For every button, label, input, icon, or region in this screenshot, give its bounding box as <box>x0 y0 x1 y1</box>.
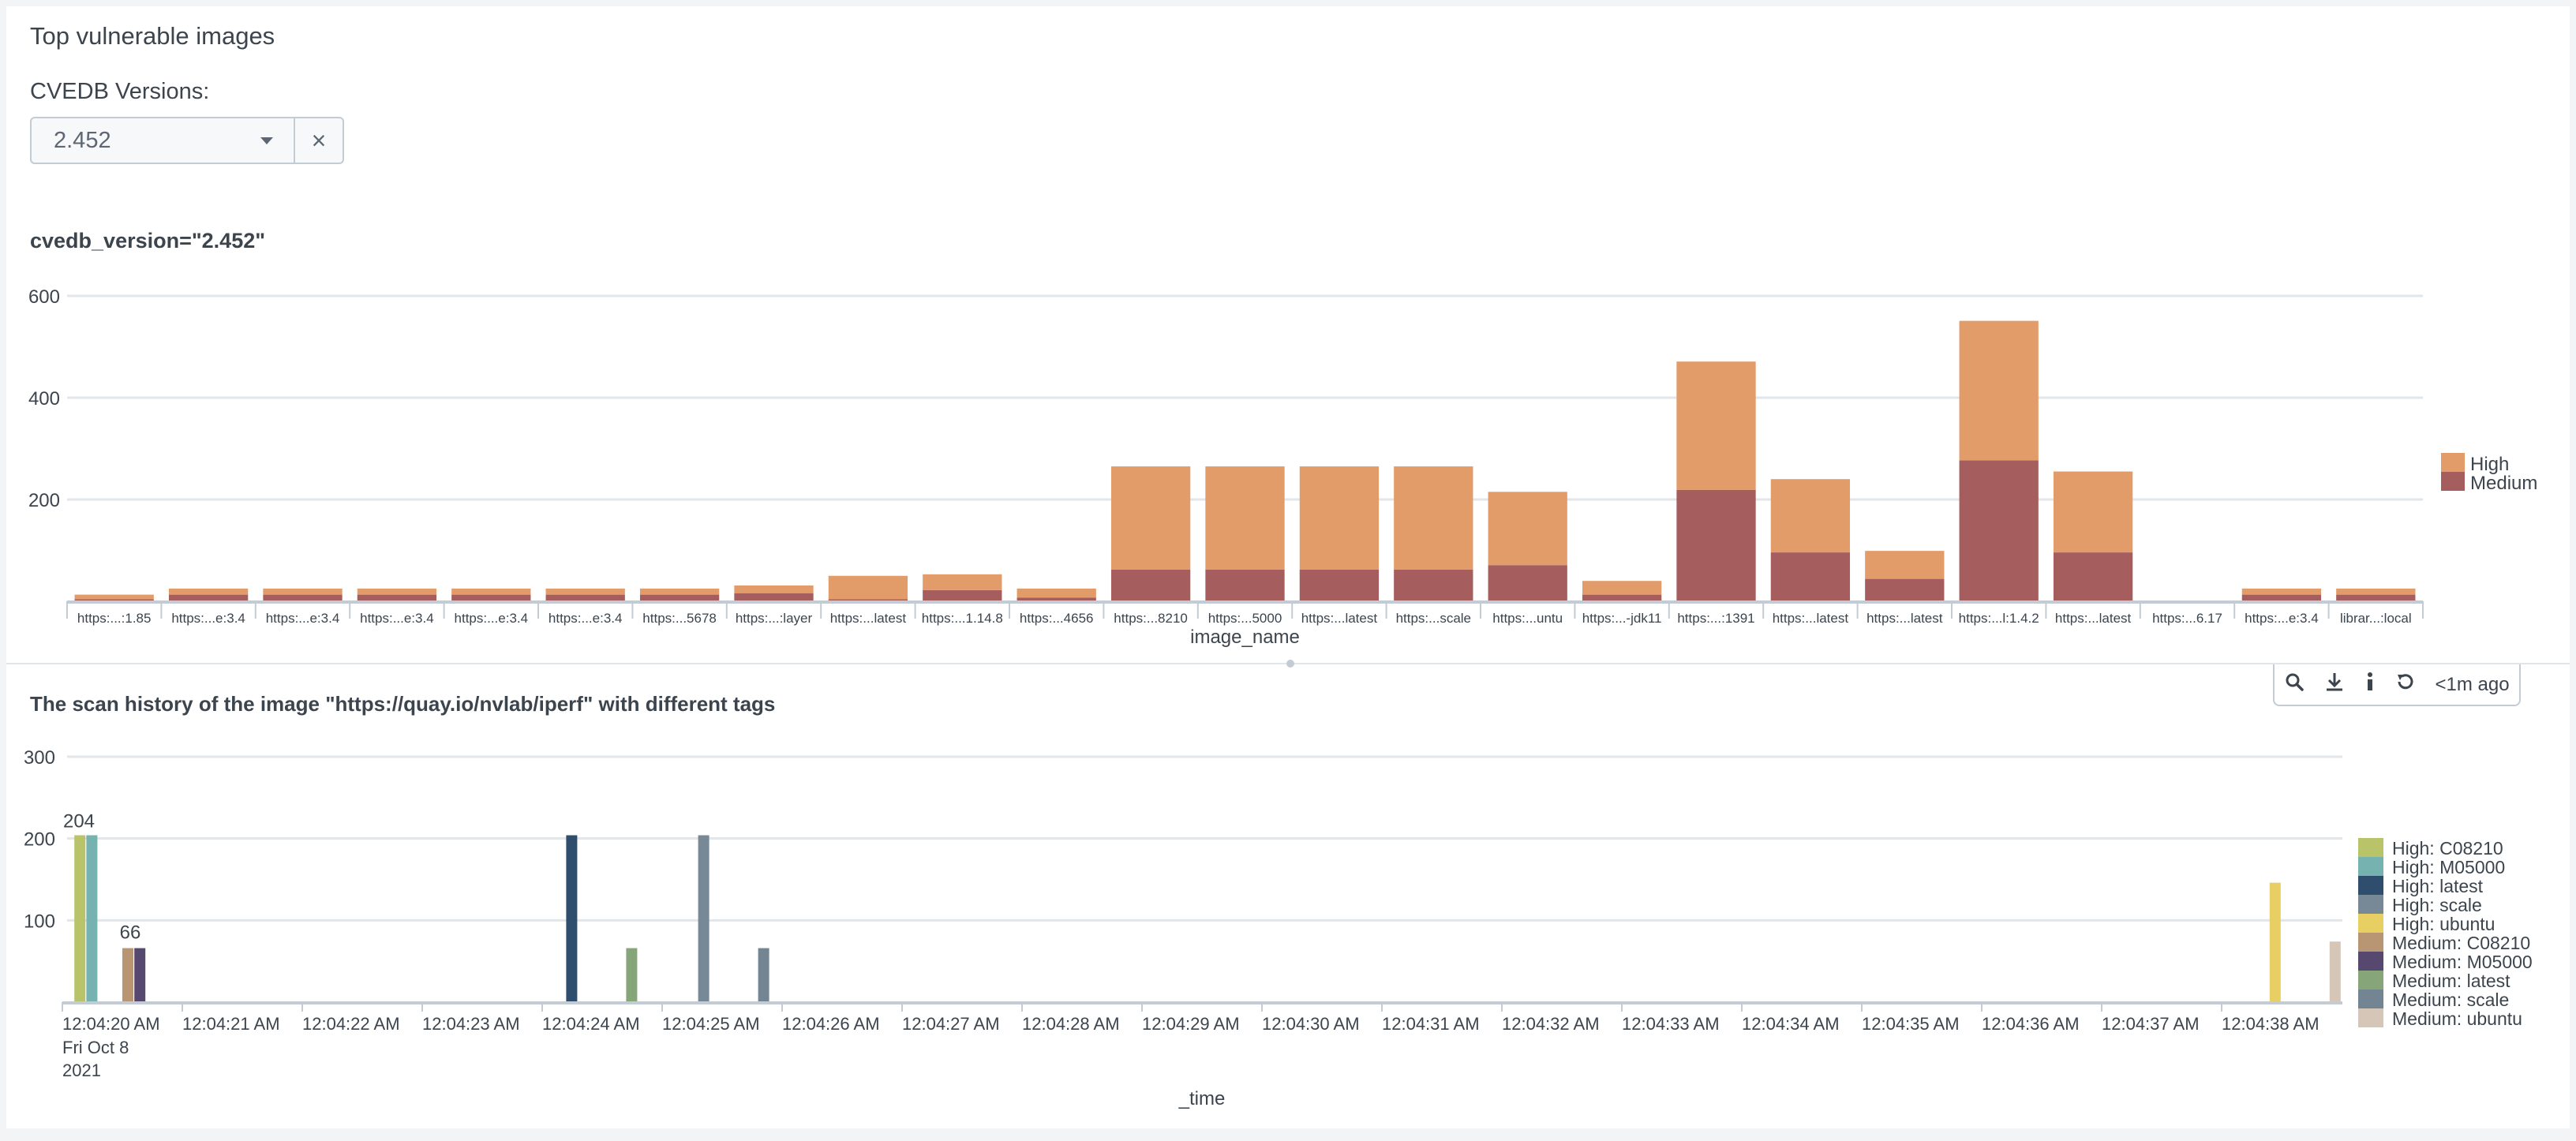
legend-swatch <box>2358 952 2383 971</box>
legend-swatch <box>2358 895 2383 914</box>
bar-medium-latest <box>626 948 638 1002</box>
x-tick-label: 12:04:38 AM <box>2222 1014 2320 1034</box>
x-tick-label: 12:04:28 AM <box>1022 1014 1120 1034</box>
bar-high-ubuntu <box>2269 882 2281 1002</box>
legend-swatch <box>2358 989 2383 1008</box>
x-tick-label: 12:04:24 AM <box>542 1014 640 1034</box>
legend-label: High: C08210 <box>2392 838 2503 859</box>
x-tick-label: 12:04:26 AM <box>782 1014 880 1034</box>
legend-label: Medium: scale <box>2392 989 2509 1010</box>
legend-swatch <box>2358 971 2383 989</box>
x-tick-label: 12:04:34 AM <box>1742 1014 1840 1034</box>
legend-swatch <box>2358 1008 2383 1027</box>
bar-high-c08210 <box>74 835 86 1002</box>
legend-swatch <box>2358 914 2383 933</box>
legend-label: Medium: C08210 <box>2392 933 2530 953</box>
bar-medium-ubuntu <box>2329 941 2341 1002</box>
legend-label: Medium: M05000 <box>2392 952 2533 972</box>
x-tick-label: 12:04:22 AM <box>302 1014 400 1034</box>
x-year-label: 2021 <box>62 1061 101 1080</box>
x-tick-label: 12:04:20 AM <box>62 1014 160 1034</box>
bar-high-m05000 <box>86 835 98 1002</box>
legend-label: Medium: latest <box>2392 971 2510 991</box>
page-footer-strip <box>0 1128 2576 1141</box>
data-label: 204 <box>63 811 95 832</box>
x-date-label: Fri Oct 8 <box>62 1038 129 1057</box>
x-tick-label: 12:04:36 AM <box>1982 1014 2080 1034</box>
legend-label: High: ubuntu <box>2392 914 2495 934</box>
legend-swatch <box>2358 857 2383 876</box>
bar-high-latest <box>566 835 578 1002</box>
legend-swatch <box>2358 933 2383 952</box>
x-tick-label: 12:04:32 AM <box>1502 1014 1600 1034</box>
bar-high-scale <box>698 835 710 1002</box>
y-tick-label: 200 <box>24 829 55 851</box>
x-tick-label: 12:04:37 AM <box>2102 1014 2200 1034</box>
legend-label: High: latest <box>2392 876 2484 896</box>
x-axis-title: _time <box>1178 1088 1226 1109</box>
x-tick-label: 12:04:29 AM <box>1142 1014 1240 1034</box>
x-tick-label: 12:04:25 AM <box>662 1014 760 1034</box>
x-tick-label: 12:04:23 AM <box>422 1014 520 1034</box>
x-tick-label: 12:04:27 AM <box>902 1014 1000 1034</box>
legend-swatch <box>2358 838 2383 857</box>
x-tick-label: 12:04:33 AM <box>1622 1014 1720 1034</box>
legend-label: Medium: ubuntu <box>2392 1008 2522 1029</box>
legend-label: High: M05000 <box>2392 857 2505 877</box>
x-tick-label: 12:04:31 AM <box>1382 1014 1480 1034</box>
data-label: 66 <box>120 922 141 944</box>
x-tick-label: 12:04:35 AM <box>1862 1014 1960 1034</box>
legend-swatch <box>2358 876 2383 895</box>
legend-label: High: scale <box>2392 895 2482 915</box>
y-tick-label: 100 <box>24 911 55 932</box>
bar-medium-c08210 <box>122 948 133 1002</box>
y-tick-label: 300 <box>24 747 55 769</box>
bar-medium-scale <box>758 948 769 1002</box>
x-tick-label: 12:04:21 AM <box>182 1014 280 1034</box>
bar-medium-m05000 <box>134 948 146 1002</box>
x-tick-label: 12:04:30 AM <box>1262 1014 1360 1034</box>
scan-history-chart: 100 200 300 12:04:20 AM 12:04:21 AM 12:04:22 … <box>24 747 2533 1109</box>
